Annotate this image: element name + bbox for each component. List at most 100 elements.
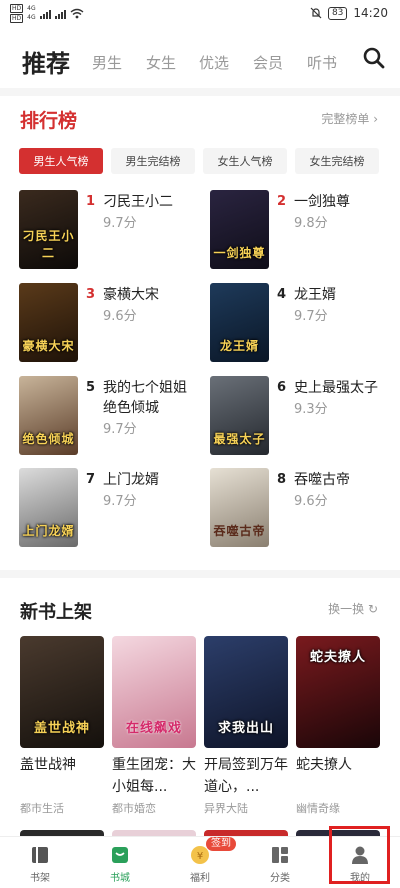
search-icon[interactable] [362,46,386,70]
tab-female[interactable]: 女生 [146,52,176,73]
book-cover: 最强太子 [210,376,269,455]
nav-label: 书城 [110,873,130,884]
status-bar: HD HD 4G 4G 83 14:20 [0,0,400,30]
book-score: 9.3分 [294,402,328,417]
rank-number: 1 [86,194,96,209]
status-left: HD HD 4G 4G [10,4,84,23]
rank-number: 8 [277,472,287,487]
book-cover: 盖世战神 [20,636,104,748]
book-cover: 刁民王小二 [19,190,78,269]
book-cover: 上门龙婿 [19,468,78,547]
book-score: 9.7分 [103,494,137,509]
book-cover: 一剑独尊 [210,190,269,269]
tab-vip[interactable]: 会员 [253,52,283,73]
sim2-icon: HD [10,14,24,23]
rank-item[interactable]: 绝色倾城 5 我的七个姐姐绝色倾城 9.7分 [19,376,199,456]
book-title: 重生团宠：大小姐每... [112,757,196,795]
rank-number: 6 [277,380,287,395]
category-grid-icon [272,847,288,863]
cover-title: 在线飙戏 [125,721,182,736]
rank-item[interactable]: 吞噬古帝 8 吞噬古帝 9.6分 [210,468,390,548]
rank-item[interactable]: 一剑独尊 2 一剑独尊 9.8分 [210,190,390,270]
rank-number: 5 [86,380,96,395]
cover-title: 一剑独尊 [213,246,266,260]
net2-label: 4G [27,14,36,21]
full-ranking-label: 完整榜单 [321,112,370,126]
cover-title: 最强太子 [213,432,266,446]
rank-number: 2 [277,194,287,209]
network-types: 4G 4G [27,5,35,22]
status-right: 83 14:20 [310,6,388,20]
bookstore-icon [112,847,128,863]
bookshelf-icon [32,847,48,863]
book-title: 史上最强太子 [294,380,378,396]
rank-number: 3 [86,287,96,302]
nav-label: 福利 [190,873,210,884]
nav-category[interactable]: 分类 [240,837,320,888]
refresh-label: 换一换 [328,602,365,616]
rank-item[interactable]: 豪横大宋 3 豪横大宋 9.6分 [19,283,199,363]
book-cover: 蛇夫撩人 [296,636,380,748]
segment-female-popular[interactable]: 女生人气榜 [203,148,287,174]
sim1-icon: HD [10,4,24,13]
net1-label: 4G [27,5,36,12]
book-cover: 在线飙戏 [112,636,196,748]
tab-recommend[interactable]: 推荐 [22,44,70,79]
rank-item[interactable]: 上门龙婿 7 上门龙婿 9.7分 [19,468,199,548]
book-title: 上门龙婿 [103,472,159,488]
full-ranking-link[interactable]: 完整榜单 › [321,110,378,127]
rank-number: 7 [86,472,96,487]
book-cover: 绝色倾城 [19,376,78,455]
book-genre: 异界大陆 [204,802,248,815]
segment-female-finished[interactable]: 女生完结榜 [295,148,379,174]
rank-number: 4 [277,287,287,302]
book-score: 9.7分 [103,216,137,231]
cover-title: 求我出山 [217,721,274,736]
rank-item[interactable]: 最强太子 6 史上最强太子 9.3分 [210,376,390,456]
book-title: 我的七个姐姐绝色倾城 [103,380,187,416]
tab-male[interactable]: 男生 [92,52,122,73]
segment-male-popular[interactable]: 男生人气榜 [19,148,103,174]
book-title: 豪横大宋 [103,287,159,303]
tab-audiobook[interactable]: 听书 [307,52,337,73]
book-title: 一剑独尊 [294,194,350,210]
checkin-badge: 签到 [206,837,236,851]
cover-title: 刁民王小二 [22,229,75,260]
book-title: 盖世战神 [20,757,76,773]
clock: 14:20 [353,6,388,20]
chevron-right-icon: › [373,112,378,126]
cover-title: 豪横大宋 [22,339,75,353]
ranking-title: 排行榜 [20,110,78,132]
book-title: 开局签到万年道心，... [204,757,288,795]
rank-item[interactable]: 刁民王小二 1 刁民王小二 9.7分 [19,190,199,270]
book-cover: 龙王婿 [210,283,269,362]
tab-selected[interactable]: 优选 [199,52,229,73]
book-genre: 幽情奇缘 [296,802,340,815]
book-score: 9.8分 [294,216,328,231]
segment-male-finished[interactable]: 男生完结榜 [111,148,195,174]
book-score: 9.7分 [103,422,137,437]
rank-item[interactable]: 龙王婿 4 龙王婿 9.7分 [210,283,390,363]
signal2-icon [54,9,66,19]
highlight-frame [329,826,390,884]
svg-text:¥: ¥ [197,851,203,862]
nav-welfare[interactable]: ¥ 签到 福利 [160,837,240,888]
book-score: 9.7分 [294,309,328,324]
book-genre: 都市婚恋 [112,802,156,815]
book-cover: 豪横大宋 [19,283,78,362]
top-tab-bar: 推荐 男生 女生 优选 会员 听书 [0,38,400,82]
book-genre: 都市生活 [20,802,64,815]
nav-bookshelf[interactable]: 书架 [0,837,80,888]
refresh-button[interactable]: 换一换 ↻ [328,600,378,617]
book-score: 9.6分 [294,494,328,509]
book-cover: 求我出山 [204,636,288,748]
nav-bookstore[interactable]: 书城 [80,837,160,888]
book-cover: 吞噬古帝 [210,468,269,547]
cover-title: 上门龙婿 [22,524,75,538]
cover-title: 龙王婿 [219,339,259,353]
sim-indicators: HD HD [10,4,24,23]
cover-title: 盖世战神 [33,721,90,736]
book-title: 龙王婿 [294,287,336,303]
nav-label: 书架 [30,873,50,884]
cover-title: 吞噬古帝 [213,524,266,538]
